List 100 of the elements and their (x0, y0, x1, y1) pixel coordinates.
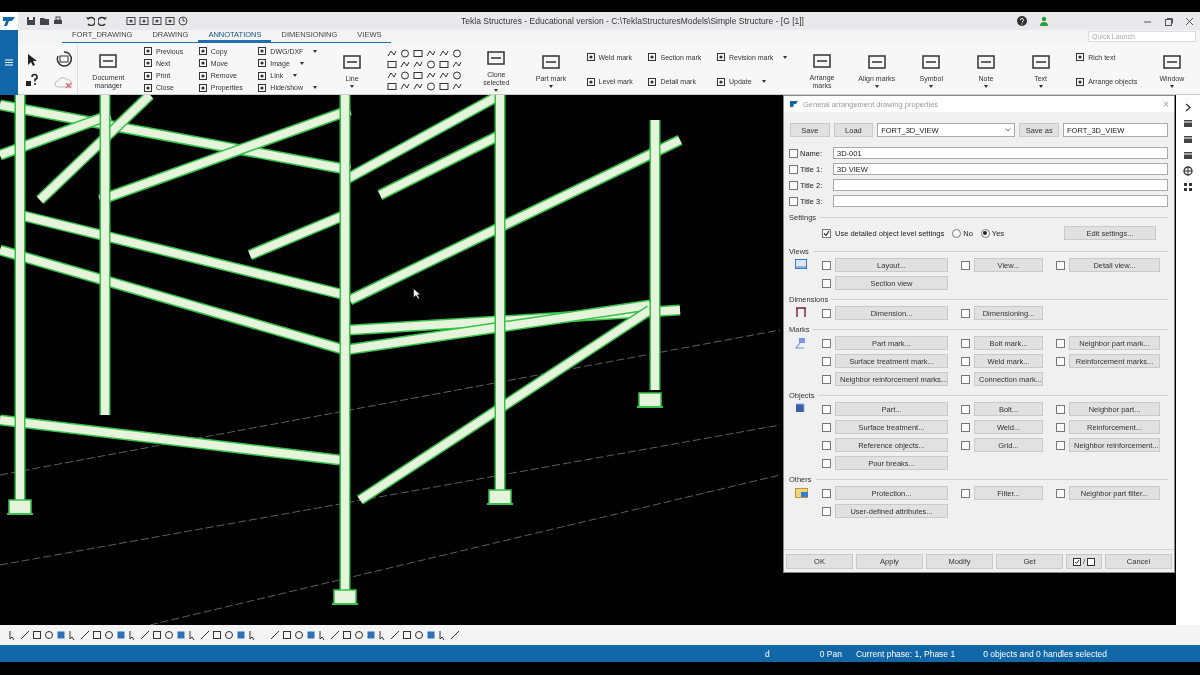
shape-tool-icon[interactable] (399, 70, 410, 80)
redo-icon[interactable] (98, 16, 108, 26)
folder-icon[interactable] (39, 16, 50, 26)
checkbox[interactable] (789, 164, 798, 174)
shape-tool-icon[interactable] (386, 48, 397, 58)
checkbox[interactable] (961, 374, 970, 384)
chevron-down-icon[interactable] (1005, 128, 1012, 132)
checkbox[interactable] (822, 488, 831, 498)
tool-icon[interactable] (716, 52, 726, 63)
shape-tool-icon[interactable] (399, 48, 410, 58)
checkbox[interactable] (789, 148, 798, 158)
checkbox[interactable] (1056, 404, 1065, 414)
checkbox[interactable] (1056, 356, 1065, 366)
grid-icon[interactable] (1183, 182, 1193, 192)
checkbox[interactable] (822, 440, 831, 450)
checkbox[interactable] (961, 422, 970, 432)
tool-icon[interactable] (585, 52, 596, 63)
shape-tool-icon[interactable] (425, 81, 436, 91)
shape-tool-icon[interactable] (412, 81, 423, 91)
tool-icon[interactable] (257, 82, 268, 93)
checkbox[interactable] (1056, 488, 1065, 498)
help-pointer-icon[interactable] (25, 72, 39, 87)
clock-icon[interactable] (178, 16, 188, 26)
shape-tool-icon[interactable] (412, 48, 423, 58)
maximize-icon[interactable] (1164, 16, 1173, 26)
checkbox[interactable] (822, 458, 831, 468)
print-icon[interactable] (53, 16, 63, 26)
tool-icon[interactable] (647, 76, 658, 87)
checkbox[interactable] (822, 374, 831, 384)
tool-icon[interactable] (647, 52, 658, 63)
checkbox[interactable] (961, 260, 970, 270)
checkbox[interactable] (961, 356, 970, 366)
caret-icon[interactable] (293, 74, 298, 78)
tool-icon[interactable] (142, 46, 153, 57)
checkbox[interactable] (822, 356, 831, 366)
undo-icon[interactable] (85, 16, 95, 26)
checkbox[interactable] (961, 308, 970, 318)
checkbox[interactable] (822, 506, 831, 516)
checkbox[interactable] (822, 422, 831, 432)
shape-tool-icon[interactable] (451, 81, 462, 91)
checkbox[interactable] (961, 338, 970, 348)
checkbox[interactable] (789, 180, 798, 190)
checkbox[interactable] (1056, 422, 1065, 432)
shape-tool-icon[interactable] (451, 70, 462, 80)
chevron-right-icon[interactable] (1184, 103, 1192, 112)
checkbox[interactable] (961, 440, 970, 450)
shape-tool-icon[interactable] (386, 59, 397, 69)
shape-tool-icon[interactable] (399, 59, 410, 69)
zoom-window-icon[interactable] (126, 16, 136, 26)
shape-tool-icon[interactable] (438, 81, 449, 91)
shape-tool-icon[interactable] (412, 59, 423, 69)
checkbox[interactable] (822, 228, 831, 238)
tool-icon[interactable] (1075, 76, 1086, 87)
tool-icon[interactable] (197, 82, 208, 93)
checkbox[interactable] (822, 260, 831, 270)
user-icon[interactable] (1039, 16, 1049, 26)
checkbox[interactable] (822, 404, 831, 414)
caret-icon[interactable] (783, 55, 788, 59)
checkbox[interactable] (961, 404, 970, 414)
shape-tool-icon[interactable] (451, 59, 462, 69)
tool-icon[interactable] (257, 46, 268, 57)
checkbox[interactable] (789, 196, 798, 206)
shape-tool-icon[interactable] (386, 81, 397, 91)
checkbox[interactable] (1056, 440, 1065, 450)
menu-icon[interactable] (5, 59, 13, 66)
close-icon[interactable] (1185, 16, 1194, 26)
tool-icon[interactable] (197, 58, 208, 69)
tool-icon[interactable] (142, 82, 153, 93)
checkbox[interactable] (822, 338, 831, 348)
tool-icon[interactable] (585, 76, 596, 87)
panel-icon[interactable] (1183, 150, 1193, 160)
shape-tool-icon[interactable] (386, 70, 397, 80)
tool-icon[interactable] (1075, 52, 1086, 63)
tool-icon[interactable] (257, 70, 268, 81)
tool-icon[interactable] (197, 46, 208, 57)
caret-icon[interactable] (761, 80, 766, 84)
tool-icon[interactable] (142, 70, 153, 81)
pointer-icon[interactable] (25, 52, 39, 67)
shape-tool-icon[interactable] (451, 48, 462, 58)
shape-tool-icon[interactable] (438, 48, 449, 58)
checkbox[interactable] (961, 488, 970, 498)
shape-tool-icon[interactable] (438, 70, 449, 80)
tool-icon[interactable] (716, 76, 726, 87)
caret-icon[interactable] (313, 86, 318, 90)
shape-tool-icon[interactable] (425, 70, 436, 80)
text-field[interactable] (833, 195, 1168, 207)
tool-icon[interactable] (142, 58, 153, 69)
app-logo-icon[interactable] (2, 15, 16, 27)
radio-button[interactable] (980, 228, 990, 238)
radio-button[interactable] (952, 228, 962, 238)
shape-tool-icon[interactable] (399, 81, 410, 91)
tool-icon[interactable] (197, 70, 208, 81)
caret-icon[interactable] (299, 61, 304, 65)
globe-icon[interactable] (1183, 166, 1193, 176)
help-icon[interactable] (1017, 16, 1027, 26)
shape-tool-icon[interactable] (438, 59, 449, 69)
checkbox[interactable] (1056, 260, 1065, 270)
checkbox[interactable] (822, 278, 831, 288)
caret-icon[interactable] (313, 49, 318, 53)
shape-tool-icon[interactable] (412, 70, 423, 80)
